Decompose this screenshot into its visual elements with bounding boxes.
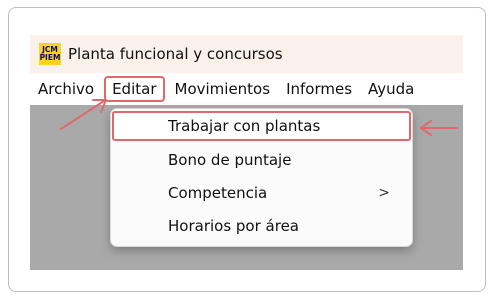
app-window: JCM PIEM Planta funcional y concursos Ar… bbox=[30, 35, 463, 270]
menu-item-bono-de-puntaje[interactable]: Bono de puntaje bbox=[111, 145, 412, 175]
menu-item-horarios-por-area[interactable]: Horarios por área bbox=[111, 211, 412, 241]
menu-editar[interactable]: Editar bbox=[104, 76, 165, 102]
app-logo-icon: JCM PIEM bbox=[39, 43, 61, 65]
menu-item-trabajar-con-plantas[interactable]: Trabajar con plantas bbox=[112, 111, 411, 141]
chevron-right-icon: > bbox=[378, 185, 390, 201]
menu-bar: Archivo Editar Movimientos Informes Ayud… bbox=[30, 73, 463, 105]
menu-item-competencia[interactable]: Competencia > bbox=[111, 178, 412, 208]
editar-dropdown-menu: Trabajar con plantas Bono de puntaje Com… bbox=[110, 108, 413, 247]
window-title: Planta funcional y concursos bbox=[68, 45, 283, 63]
menu-item-label: Bono de puntaje bbox=[168, 151, 292, 169]
logo-line-2: PIEM bbox=[39, 53, 61, 62]
menu-item-label: Horarios por área bbox=[168, 217, 299, 235]
menu-ayuda[interactable]: Ayuda bbox=[360, 78, 422, 100]
menu-item-label: Competencia bbox=[168, 184, 268, 202]
menu-movimientos[interactable]: Movimientos bbox=[167, 78, 279, 100]
menu-archivo[interactable]: Archivo bbox=[30, 78, 102, 100]
menu-item-label: Trabajar con plantas bbox=[168, 117, 321, 135]
title-bar: JCM PIEM Planta funcional y concursos bbox=[30, 35, 463, 73]
menu-informes[interactable]: Informes bbox=[278, 78, 360, 100]
